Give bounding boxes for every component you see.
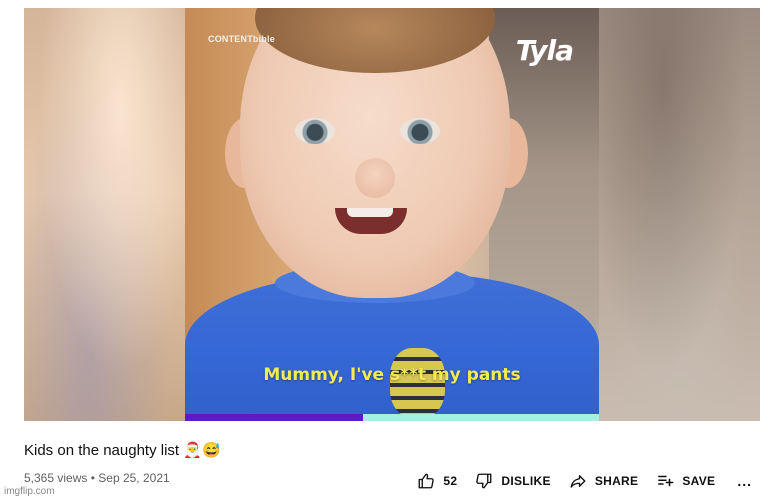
progress-bar[interactable] [185, 414, 599, 421]
video-subtitle: Mummy, I've s**t my pants [263, 365, 521, 385]
child-eye-right [400, 118, 440, 144]
imgflip-watermark: imgflip.com [4, 486, 55, 497]
progress-bar-fill [185, 414, 364, 421]
blurred-side-left [24, 8, 185, 421]
upload-date: Sep 25, 2021 [98, 471, 170, 485]
share-arrow-icon [570, 475, 586, 488]
like-button[interactable]: 52 [417, 472, 457, 490]
like-count: 52 [443, 474, 458, 488]
thumbs-down-icon [476, 473, 492, 489]
playlist-add-icon [658, 475, 674, 487]
child-nose [355, 158, 395, 198]
video-frame: CONTENTbible Tyla Mummy, I've s**t my pa… [185, 8, 599, 421]
video-player[interactable]: CONTENTbible Tyla Mummy, I've s**t my pa… [24, 8, 760, 421]
view-count: 5,365 views [24, 471, 88, 485]
action-bar: 52 DISLIKE SHARE SAVE ... [417, 470, 752, 492]
dislike-button[interactable]: DISLIKE [475, 472, 551, 490]
save-button[interactable]: SAVE [656, 472, 715, 490]
video-title: Kids on the naughty list 🎅😅 [24, 442, 221, 459]
save-label: SAVE [682, 474, 716, 488]
blurred-side-right [599, 8, 760, 421]
share-button[interactable]: SHARE [569, 472, 639, 490]
dislike-label: DISLIKE [501, 474, 551, 488]
share-label: SHARE [594, 474, 639, 488]
child-teeth [347, 208, 393, 217]
child-eye-left [295, 118, 335, 144]
more-options-icon[interactable]: ... [737, 473, 752, 489]
thumbs-up-icon [418, 473, 435, 489]
contentbible-watermark: CONTENTbible [208, 34, 275, 44]
video-meta: 5,365 views • Sep 25, 2021 [24, 471, 170, 485]
tyla-logo: Tyla [515, 34, 574, 67]
